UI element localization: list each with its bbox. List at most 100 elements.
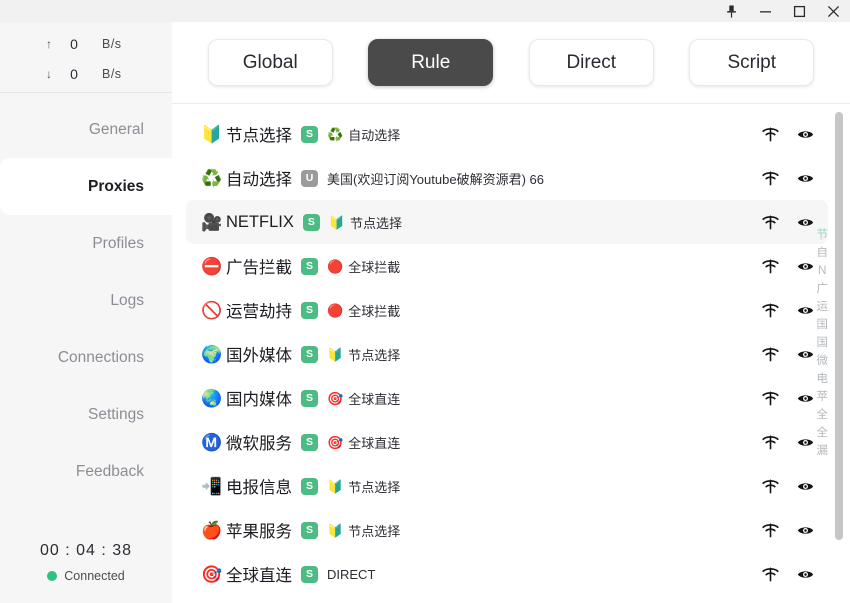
quick-index-item[interactable]: N — [818, 265, 826, 278]
quick-index-item[interactable]: 广 — [817, 283, 829, 296]
proxy-group-row[interactable]: 🔰 节点选择 S ♻️ 自动选择 — [186, 112, 828, 156]
download-traffic: ↓ 0 B/s — [0, 66, 172, 82]
tab-label: Rule — [411, 51, 451, 73]
selected-node-icon: 🔰 — [327, 346, 344, 362]
group-name: 电报信息 — [226, 479, 292, 497]
speed-test-icon[interactable] — [762, 434, 779, 451]
quick-index-item[interactable]: 全 — [817, 427, 829, 440]
quick-index-item[interactable]: 漏 — [817, 445, 829, 458]
eye-icon[interactable] — [797, 302, 814, 319]
selected-node: 🎯 全球直连 — [327, 389, 400, 408]
row-actions — [762, 390, 818, 407]
group-name: NETFLIX — [226, 212, 294, 231]
selected-node: 🔴 全球拦截 — [327, 257, 400, 276]
selected-node-icon: 🔴 — [327, 258, 344, 274]
speed-test-icon[interactable] — [762, 126, 779, 143]
proxy-group-row[interactable]: 🌏 国内媒体 S 🎯 全球直连 — [186, 376, 828, 420]
eye-icon[interactable] — [797, 478, 814, 495]
traffic-stats: ↑ 0 B/s ↓ 0 B/s — [0, 22, 172, 93]
eye-icon[interactable] — [797, 522, 814, 539]
eye-icon[interactable] — [797, 258, 814, 275]
proxy-group-row[interactable]: 📲 电报信息 S 🔰 节点选择 — [186, 464, 828, 508]
group-name: 自动选择 — [226, 171, 292, 189]
download-value: 0 — [70, 66, 78, 82]
proxy-group-row[interactable]: ♻️ 自动选择 U 美国(欢迎订阅Youtube破解资源君) 66 — [186, 156, 828, 200]
selected-node: 🔴 全球拦截 — [327, 301, 400, 320]
speed-test-icon[interactable] — [762, 566, 779, 583]
quick-index-item[interactable]: 电 — [817, 373, 829, 386]
proxy-group-row[interactable]: ⛔ 广告拦截 S 🔴 全球拦截 — [186, 244, 828, 288]
row-actions — [762, 170, 818, 187]
group-type-badge: S — [301, 257, 318, 275]
speed-test-icon[interactable] — [762, 258, 779, 275]
group-name: 苹果服务 — [226, 523, 292, 541]
upload-value: 0 — [70, 36, 78, 52]
proxy-group-row[interactable]: 🌍 国外媒体 S 🔰 节点选择 — [186, 332, 828, 376]
quick-index-item[interactable]: 国 — [817, 319, 829, 332]
status-badge: Connected — [47, 569, 125, 583]
proxy-group-row[interactable]: 🚫 运营劫持 S 🔴 全球拦截 — [186, 288, 828, 332]
sidebar-nav: General Proxies Profiles Logs Connection… — [0, 93, 172, 542]
quick-index-item[interactable]: 自 — [817, 247, 829, 260]
row-actions — [762, 302, 818, 319]
eye-icon[interactable] — [797, 214, 814, 231]
tab-global[interactable]: Global — [207, 39, 333, 86]
speed-test-icon[interactable] — [762, 302, 779, 319]
eye-icon[interactable] — [797, 566, 814, 583]
eye-icon[interactable] — [797, 390, 814, 407]
list-scrollbar[interactable] — [833, 104, 845, 603]
proxy-group-row[interactable]: Ⓜ️ 微软服务 S 🎯 全球直连 — [186, 420, 828, 464]
selected-node-icon: 🎯 — [327, 390, 344, 406]
eye-icon[interactable] — [797, 434, 814, 451]
proxy-group-row[interactable]: 🎥 NETFLIX S 🔰 节点选择 — [186, 200, 828, 244]
selected-node-label: 节点选择 — [348, 347, 401, 363]
group-name: 国外媒体 — [226, 347, 292, 365]
quick-index-item[interactable]: 微 — [817, 355, 829, 368]
tab-script[interactable]: Script — [689, 39, 815, 86]
tab-rule[interactable]: Rule — [368, 39, 494, 86]
quick-index-item[interactable]: 运 — [817, 301, 829, 314]
eye-icon[interactable] — [797, 170, 814, 187]
scrollbar-thumb[interactable] — [835, 112, 843, 540]
quick-index-item[interactable]: 节 — [817, 229, 829, 242]
main-panel: Global Rule Direct Script 🔰 节点选择 S ♻️ 自动选择 ♻️… — [172, 22, 850, 603]
speed-test-icon[interactable] — [762, 522, 779, 539]
speed-test-icon[interactable] — [762, 478, 779, 495]
group-icon: 🔰 — [201, 124, 223, 144]
sidebar-item-settings[interactable]: Settings — [0, 386, 172, 443]
selected-node-label: 自动选择 — [348, 127, 401, 143]
sidebar-item-connections[interactable]: Connections — [0, 329, 172, 386]
pin-icon[interactable] — [714, 0, 748, 22]
group-type-badge: S — [301, 125, 318, 143]
row-actions — [762, 478, 818, 495]
sidebar-item-proxies[interactable]: Proxies — [0, 158, 172, 215]
proxy-group-row[interactable]: 🍎 苹果服务 S 🔰 节点选择 — [186, 508, 828, 552]
sidebar-item-label: Profiles — [92, 234, 144, 252]
group-icon: 🌏 — [201, 388, 223, 408]
speed-test-icon[interactable] — [762, 214, 779, 231]
maximize-icon[interactable] — [782, 0, 816, 22]
sidebar-item-logs[interactable]: Logs — [0, 272, 172, 329]
sidebar-item-feedback[interactable]: Feedback — [0, 443, 172, 500]
close-icon[interactable] — [816, 0, 850, 22]
sidebar-item-profiles[interactable]: Profiles — [0, 215, 172, 272]
sidebar-item-general[interactable]: General — [0, 101, 172, 158]
tab-direct[interactable]: Direct — [528, 39, 654, 86]
speed-test-icon[interactable] — [762, 390, 779, 407]
speed-test-icon[interactable] — [762, 346, 779, 363]
quick-index-item[interactable]: 全 — [817, 409, 829, 422]
selected-node-icon: 🔰 — [327, 478, 344, 494]
quick-index-item[interactable]: 国 — [817, 337, 829, 350]
proxy-group-row[interactable]: 🎯 全球直连 S DIRECT — [186, 552, 828, 596]
proxy-group-list-container: 🔰 节点选择 S ♻️ 自动选择 ♻️ 自动选择 U 美国(欢迎订阅Youtube破解资源君) … — [172, 104, 850, 603]
title-bar — [0, 0, 850, 22]
selected-node-label: 全球直连 — [348, 435, 401, 451]
minimize-icon[interactable] — [748, 0, 782, 22]
eye-icon[interactable] — [797, 126, 814, 143]
speed-test-icon[interactable] — [762, 170, 779, 187]
quick-index-strip[interactable]: 节自N广运国国微电苹全全漏 — [817, 229, 829, 458]
uptime-timer: 00 : 04 : 38 — [39, 542, 133, 559]
selected-node-label: 美国(欢迎订阅Youtube破解资源君) 66 — [327, 171, 544, 187]
quick-index-item[interactable]: 苹 — [817, 391, 829, 404]
eye-icon[interactable] — [797, 346, 814, 363]
